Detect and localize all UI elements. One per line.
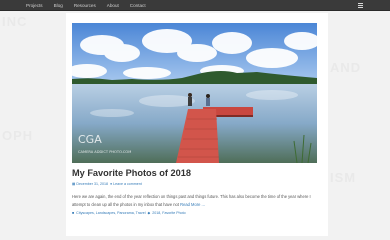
watermark-text: CAMERA ADDICT PHOTO.COM — [78, 150, 131, 154]
post-title[interactable]: My Favorite Photos of 2018 — [72, 167, 322, 179]
calendar-icon: ▦ — [72, 182, 76, 186]
post-taxonomy: ■ Cityscapes, Landscapes, Panorama, Trav… — [72, 211, 188, 215]
tags-list[interactable]: 2018, Favorite Photo — [152, 211, 185, 215]
categories-list[interactable]: Cityscapes, Landscapes, Panorama, Travel — [76, 211, 145, 215]
background-word: AND — [330, 60, 362, 75]
comment-link[interactable]: Leave a comment — [113, 182, 142, 186]
comment-icon: ● — [109, 182, 113, 186]
background-word: OPH — [2, 128, 34, 143]
nav-item-projects[interactable]: Projects — [26, 0, 43, 11]
watermark-logo: CGA — [78, 133, 102, 146]
nav-item-contact[interactable]: Contact — [130, 0, 146, 11]
background-word: INC — [2, 14, 28, 29]
nav-menu: Projects Blog Resources About Contact — [26, 0, 157, 11]
tag-icon: ◆ — [147, 211, 151, 215]
blog-post-card: CGA CAMERA ADDICT PHOTO.COM My Favorite … — [66, 13, 328, 236]
nav-item-resources[interactable]: Resources — [74, 0, 96, 11]
featured-photo[interactable]: CGA CAMERA ADDICT PHOTO.COM — [72, 23, 317, 163]
background-word: ISM — [330, 170, 357, 185]
read-more-link[interactable]: Read More ... — [180, 202, 205, 207]
folder-icon: ■ — [72, 211, 75, 215]
post-excerpt: Here we are again, the end of the year r… — [72, 193, 322, 208]
post-date[interactable]: December 31, 2018 — [76, 182, 108, 186]
nav-item-blog[interactable]: Blog — [54, 0, 63, 11]
post-meta: ▦ December 31, 2018 ● Leave a comment — [72, 182, 142, 186]
menu-icon[interactable] — [358, 3, 363, 8]
top-navbar: Projects Blog Resources About Contact — [0, 0, 390, 11]
nav-item-about[interactable]: About — [107, 0, 119, 11]
